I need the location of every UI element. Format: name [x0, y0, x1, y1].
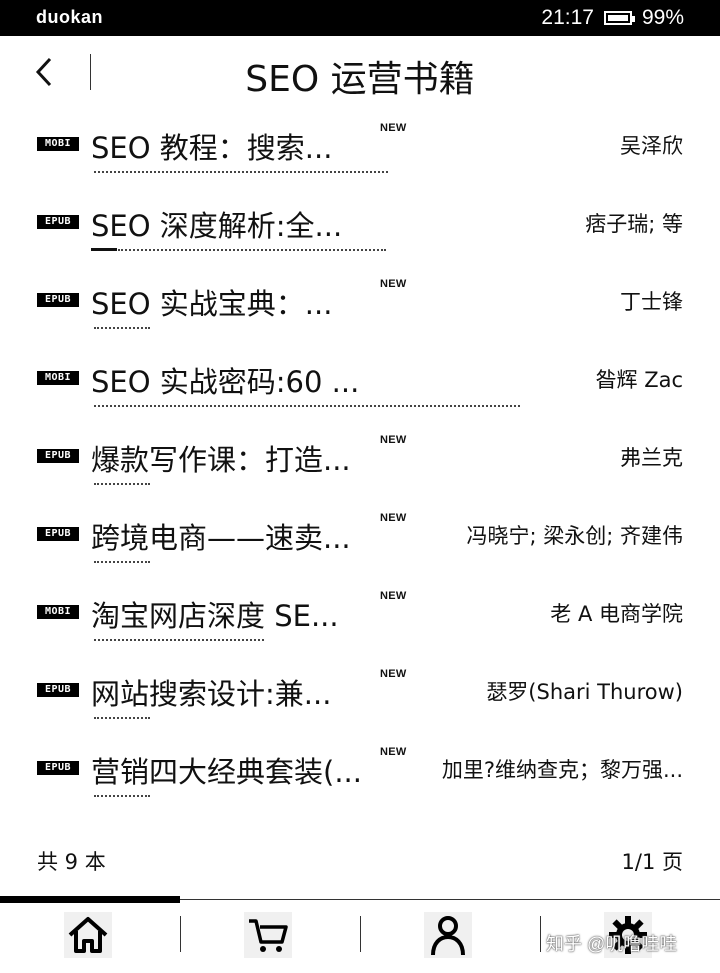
- book-row[interactable]: EPUB 跨境电商——速卖... NEW 冯晓宁; 梁永创; 齐建伟: [0, 498, 720, 576]
- bottom-tab-bar: 知乎 @叽噜哇哇: [0, 896, 720, 973]
- total-count: 共 9 本: [37, 850, 106, 874]
- battery-percent: 99%: [641, 6, 684, 29]
- new-badge: NEW: [380, 122, 407, 134]
- book-row[interactable]: EPUB SEO 实战宝典：... NEW 丁士锋: [0, 264, 720, 342]
- book-author: 老 A 电商学院: [550, 602, 683, 626]
- new-badge: NEW: [380, 512, 407, 524]
- format-badge: EPUB: [37, 293, 79, 307]
- book-author: 丁士锋: [620, 290, 683, 314]
- tab-store[interactable]: [180, 910, 360, 970]
- book-row[interactable]: MOBI 淘宝网店深度 SE... NEW 老 A 电商学院: [0, 576, 720, 654]
- new-badge: NEW: [380, 278, 407, 290]
- book-row[interactable]: MOBI SEO 教程：搜索... NEW 吴泽欣: [0, 108, 720, 186]
- book-row[interactable]: EPUB 营销四大经典套装(... NEW 加里?维纳查克；黎万强...: [0, 732, 720, 810]
- book-title: SEO 实战密码:60 ...: [91, 365, 360, 399]
- format-badge: EPUB: [37, 449, 79, 463]
- book-row[interactable]: MOBI SEO 实战密码:60 ... 昝辉 Zac: [0, 342, 720, 420]
- home-icon: [64, 912, 112, 958]
- new-badge: NEW: [380, 434, 407, 446]
- format-badge: MOBI: [37, 605, 79, 619]
- book-row[interactable]: EPUB 爆款写作课：打造... NEW 弗兰克: [0, 420, 720, 498]
- book-row[interactable]: EPUB SEO 深度解析:全... 痞子瑞; 等: [0, 186, 720, 264]
- book-title: 网站搜索设计:兼...: [91, 677, 332, 711]
- new-badge: NEW: [380, 746, 407, 758]
- reading-progress: [94, 483, 150, 485]
- book-author: 冯晓宁; 梁永创; 齐建伟: [466, 524, 683, 548]
- book-author: 昝辉 Zac: [595, 368, 683, 392]
- list-summary: 共 9 本 1/1 页: [0, 840, 720, 880]
- new-badge: NEW: [380, 590, 407, 602]
- tab-profile[interactable]: [360, 910, 540, 970]
- reading-progress-fill: [91, 248, 117, 251]
- page-indicator: 1/1 页: [621, 850, 683, 874]
- reading-progress: [94, 561, 150, 563]
- format-badge: MOBI: [37, 371, 79, 385]
- reading-progress: [94, 327, 150, 329]
- status-indicators: 21:17 99%: [541, 6, 684, 30]
- user-icon: [424, 912, 472, 958]
- format-badge: EPUB: [37, 683, 79, 697]
- book-author: 加里?维纳查克；黎万强...: [441, 758, 683, 782]
- book-row[interactable]: EPUB 网站搜索设计:兼... NEW 瑟罗(Shari Thurow): [0, 654, 720, 732]
- format-badge: EPUB: [37, 215, 79, 229]
- tab-home[interactable]: [0, 910, 180, 970]
- book-title: 爆款写作课：打造...: [91, 443, 351, 477]
- reading-progress: [94, 795, 150, 797]
- status-bar: duokan 21:17 99%: [0, 0, 720, 36]
- battery-icon: [603, 11, 635, 25]
- book-title: 跨境电商——速卖...: [91, 521, 351, 555]
- watermark: 知乎 @叽噜哇哇: [546, 934, 678, 954]
- format-badge: MOBI: [37, 137, 79, 151]
- book-author: 吴泽欣: [620, 134, 683, 158]
- book-author: 痞子瑞; 等: [585, 212, 683, 236]
- book-title: SEO 实战宝典：...: [91, 287, 333, 321]
- reading-progress: [94, 717, 150, 719]
- page-title: SEO 运营书籍: [245, 59, 475, 100]
- clock: 21:17: [541, 6, 594, 29]
- new-badge: NEW: [380, 668, 407, 680]
- format-badge: EPUB: [37, 527, 79, 541]
- book-title: SEO 深度解析:全...: [91, 209, 343, 243]
- format-badge: EPUB: [37, 761, 79, 775]
- reading-progress: [94, 171, 388, 173]
- book-author: 弗兰克: [620, 446, 683, 470]
- brand-logo: duokan: [36, 7, 104, 27]
- page-header: SEO 运营书籍: [0, 36, 720, 108]
- book-list: MOBI SEO 教程：搜索... NEW 吴泽欣 EPUB SEO 深度解析:…: [0, 108, 720, 810]
- reading-progress: [94, 405, 520, 407]
- reading-progress: [94, 639, 264, 641]
- active-tab-indicator: [0, 896, 180, 903]
- book-title: 淘宝网店深度 SE...: [91, 599, 339, 633]
- cart-icon: [244, 912, 292, 958]
- book-title: 营销四大经典套装(...: [91, 755, 362, 789]
- reading-progress: [118, 249, 386, 251]
- book-author: 瑟罗(Shari Thurow): [486, 680, 683, 704]
- book-title: SEO 教程：搜索...: [91, 131, 333, 165]
